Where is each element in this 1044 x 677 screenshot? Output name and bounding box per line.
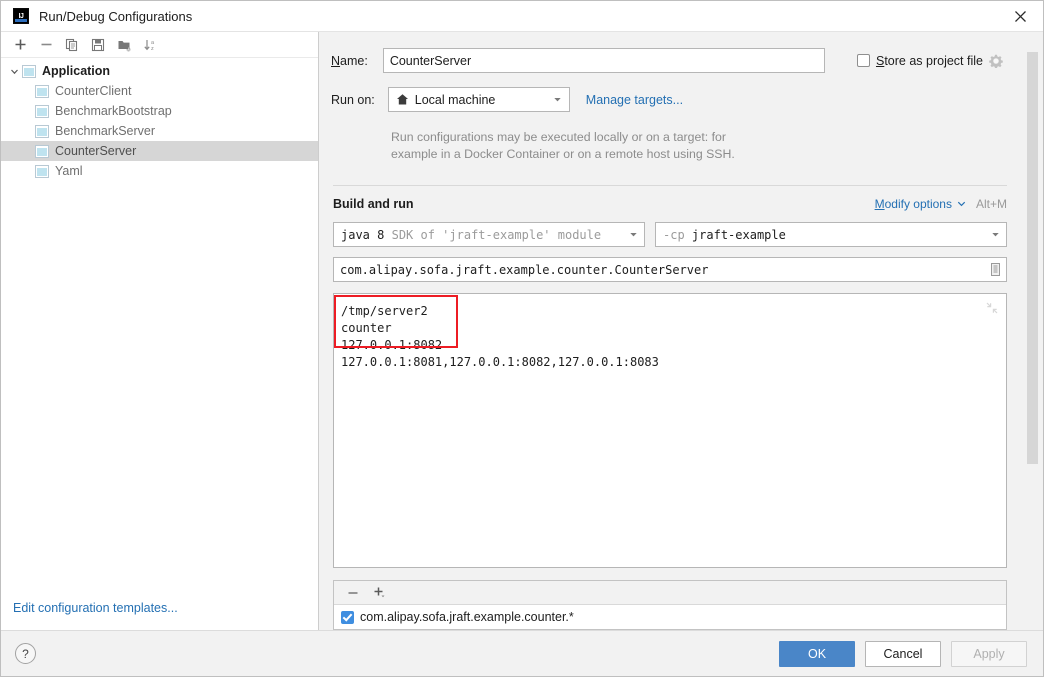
classpath-module-select[interactable]: -cp jraft-example (655, 222, 1007, 247)
sdk-classpath-row: java 8 SDK of 'jraft-example' module -cp (333, 222, 1007, 247)
run-debug-configurations-dialog: Run/Debug Configurations (0, 0, 1044, 677)
run-on-description: Run configurations may be executed local… (391, 129, 951, 163)
intellij-logo-icon (13, 8, 29, 24)
table-row[interactable]: com.alipay.sofa.jraft.example.counter.* (334, 605, 1006, 629)
new-folder-icon[interactable] (111, 34, 137, 56)
sidebar-item-counterserver[interactable]: CounterServer (1, 141, 318, 161)
application-config-icon (35, 164, 49, 178)
application-config-icon (35, 124, 49, 138)
class-chooser-icon[interactable] (989, 262, 1002, 277)
dialog-body: a z Application CounterClient BenchmarkB… (1, 32, 1043, 630)
modify-options-link[interactable]: Modify options (875, 197, 952, 211)
cancel-button[interactable]: Cancel (865, 640, 941, 667)
svg-text:z: z (151, 46, 154, 52)
main-class-row: com.alipay.sofa.jraft.example.counter.Co… (333, 257, 1007, 283)
sidebar-item-benchmarkserver[interactable]: BenchmarkServer (1, 121, 318, 141)
run-on-select[interactable]: Local machine (387, 87, 570, 112)
classpath-prefix: -cp (663, 227, 685, 242)
gear-icon[interactable] (989, 54, 1003, 68)
configuration-editor-panel: Name: CounterServer Store as project fil… (319, 32, 1043, 630)
name-label: Name: (331, 53, 368, 68)
sort-alphabetically-icon[interactable]: a z (137, 34, 163, 56)
run-on-label: Run on: (331, 92, 375, 107)
copy-icon[interactable] (59, 34, 85, 56)
section-divider (333, 185, 1007, 186)
program-argument-line: counter (341, 321, 392, 335)
sdk-value: java 8 (341, 227, 385, 242)
program-argument-line: 127.0.0.1:8082 (341, 338, 443, 352)
store-as-project-file-group: Store as project file (856, 53, 1009, 68)
footer-buttons: OK Cancel Apply (779, 640, 1027, 667)
configurations-sidebar: a z Application CounterClient BenchmarkB… (1, 32, 319, 630)
program-argument-line: /tmp/server2 (341, 304, 428, 318)
store-as-project-file-label: Store as project file (875, 53, 983, 68)
application-config-icon (22, 64, 36, 78)
chevron-down-icon[interactable] (7, 64, 21, 78)
remove-icon[interactable] (342, 583, 364, 603)
save-icon[interactable] (85, 34, 111, 56)
tree-group-application[interactable]: Application (1, 61, 318, 81)
run-on-value: Local machine (414, 92, 496, 107)
classpath-value: jraft-example (691, 227, 786, 242)
chevron-down-icon[interactable] (547, 95, 569, 104)
run-on-description-line2: example in a Docker Container or on a re… (391, 147, 735, 161)
list-item-label: BenchmarkServer (55, 124, 156, 138)
application-config-icon (35, 144, 49, 158)
jre-select[interactable]: java 8 SDK of 'jraft-example' module (333, 222, 645, 247)
name-input[interactable]: CounterServer (382, 48, 825, 73)
application-config-icon (35, 104, 49, 118)
help-button[interactable]: ? (15, 643, 36, 664)
chevron-down-icon[interactable] (957, 197, 966, 211)
list-item-label: Yaml (55, 164, 83, 178)
list-item-label: CounterServer (55, 144, 137, 158)
collapse-arrows-icon[interactable] (986, 302, 998, 314)
list-item-label: BenchmarkBootstrap (55, 104, 172, 118)
modify-options-label-rest: odify options (884, 197, 952, 211)
dialog-footer: ? OK Cancel Apply (1, 630, 1043, 676)
edit-configuration-templates-link[interactable]: Edit configuration templates... (13, 601, 178, 615)
ok-button[interactable]: OK (779, 640, 855, 667)
tree-group-label: Application (42, 64, 111, 78)
chevron-down-icon[interactable] (622, 230, 644, 239)
build-and-run-header: Build and run Modify options Alt+M (333, 197, 1007, 211)
sidebar-footer: Edit configuration templates... (1, 586, 318, 630)
apply-button[interactable]: Apply (951, 640, 1027, 667)
list-item-label: CounterClient (55, 84, 132, 98)
run-on-description-line1: Run configurations may be executed local… (391, 130, 726, 144)
sidebar-toolbar: a z (1, 32, 318, 58)
program-arguments-textarea[interactable]: /tmp/server2 counter 127.0.0.1:8082 127.… (333, 293, 1007, 568)
before-launch-panel: com.alipay.sofa.jraft.example.counter.* (333, 580, 1007, 630)
close-icon[interactable] (997, 1, 1043, 32)
sidebar-item-yaml[interactable]: Yaml (1, 161, 318, 181)
before-launch-toolbar (334, 581, 1006, 605)
sidebar-item-counterclient[interactable]: CounterClient (1, 81, 318, 101)
add-dropdown-icon[interactable] (368, 583, 390, 603)
vertical-scrollbar[interactable] (1027, 52, 1038, 464)
sidebar-item-benchmarkbootstrap[interactable]: BenchmarkBootstrap (1, 101, 318, 121)
remove-icon[interactable] (33, 34, 59, 56)
application-config-icon (35, 84, 49, 98)
main-class-input[interactable]: com.alipay.sofa.jraft.example.counter.Co… (333, 257, 1007, 282)
chevron-down-icon[interactable] (984, 230, 1006, 239)
section-title: Build and run (333, 197, 414, 211)
before-launch-label: com.alipay.sofa.jraft.example.counter.* (360, 610, 574, 624)
manage-targets-link[interactable]: Manage targets... (586, 93, 683, 107)
sdk-description: SDK of 'jraft-example' module (391, 227, 602, 242)
configurations-tree: Application CounterClient BenchmarkBoots… (1, 58, 318, 586)
add-icon[interactable] (7, 34, 33, 56)
modify-options-shortcut: Alt+M (975, 197, 1007, 211)
name-row: Name: CounterServer Store as project fil… (331, 48, 1009, 73)
run-on-row: Run on: Local machine Manage targets... (331, 87, 1009, 112)
home-icon (396, 93, 409, 106)
before-launch-checkbox[interactable] (341, 610, 354, 624)
window-title: Run/Debug Configurations (39, 8, 193, 24)
program-argument-line: 127.0.0.1:8081,127.0.0.1:8082,127.0.0.1:… (341, 355, 659, 369)
store-as-project-file-checkbox[interactable] (856, 54, 870, 67)
title-bar: Run/Debug Configurations (1, 1, 1043, 32)
